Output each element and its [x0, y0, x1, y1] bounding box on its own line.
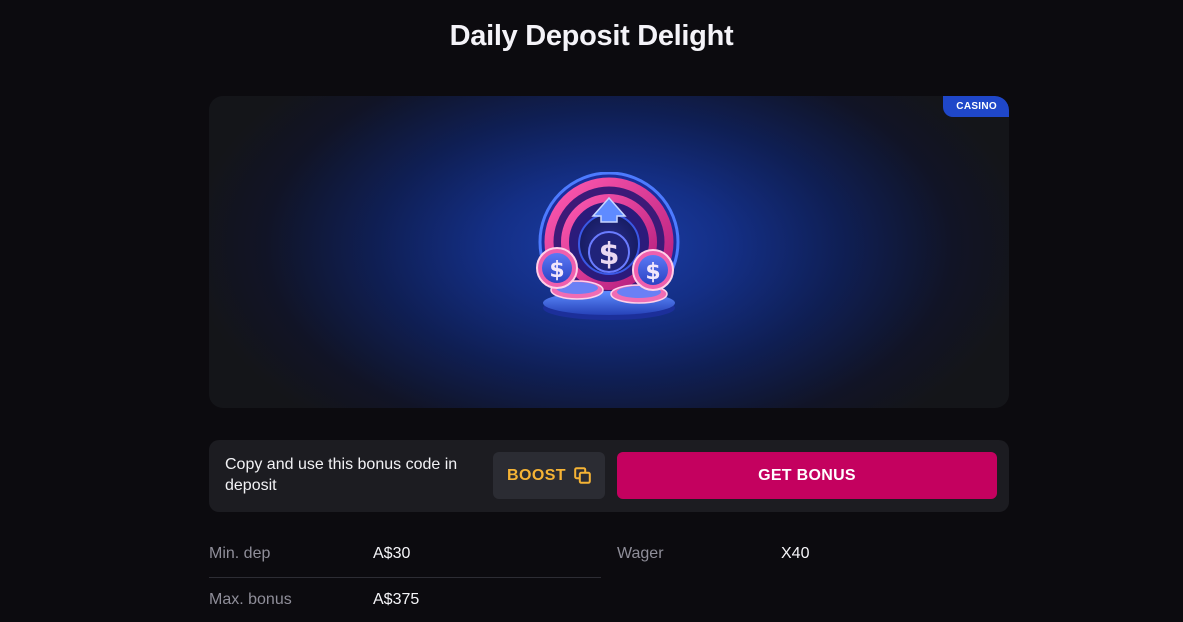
min-dep-value: A$30 — [373, 545, 411, 562]
wager-label: Wager — [617, 545, 664, 562]
coins-illustration: $ $ $ — [536, 172, 680, 320]
bonus-code: BOOST — [507, 466, 566, 484]
svg-text:$: $ — [599, 237, 620, 272]
copy-code-button[interactable]: BOOST — [493, 452, 605, 499]
stats-divider — [209, 577, 601, 578]
svg-text:$: $ — [645, 260, 660, 285]
max-bonus-value: A$375 — [373, 591, 420, 608]
max-bonus-label: Max. bonus — [209, 591, 292, 608]
bonus-code-bar: Copy and use this bonus code in deposit … — [209, 440, 1009, 512]
svg-text:$: $ — [549, 258, 564, 283]
wager-value: X40 — [781, 545, 810, 562]
bonus-code-instruction: Copy and use this bonus code in deposit — [225, 456, 458, 494]
copy-icon — [574, 467, 591, 484]
get-bonus-button[interactable]: GET BONUS — [617, 452, 997, 499]
min-dep-label: Min. dep — [209, 545, 271, 562]
promo-banner: CASINO $ $ $ — [209, 96, 1009, 408]
category-badge: CASINO — [943, 96, 1009, 117]
page-title: Daily Deposit Delight — [449, 20, 734, 53]
